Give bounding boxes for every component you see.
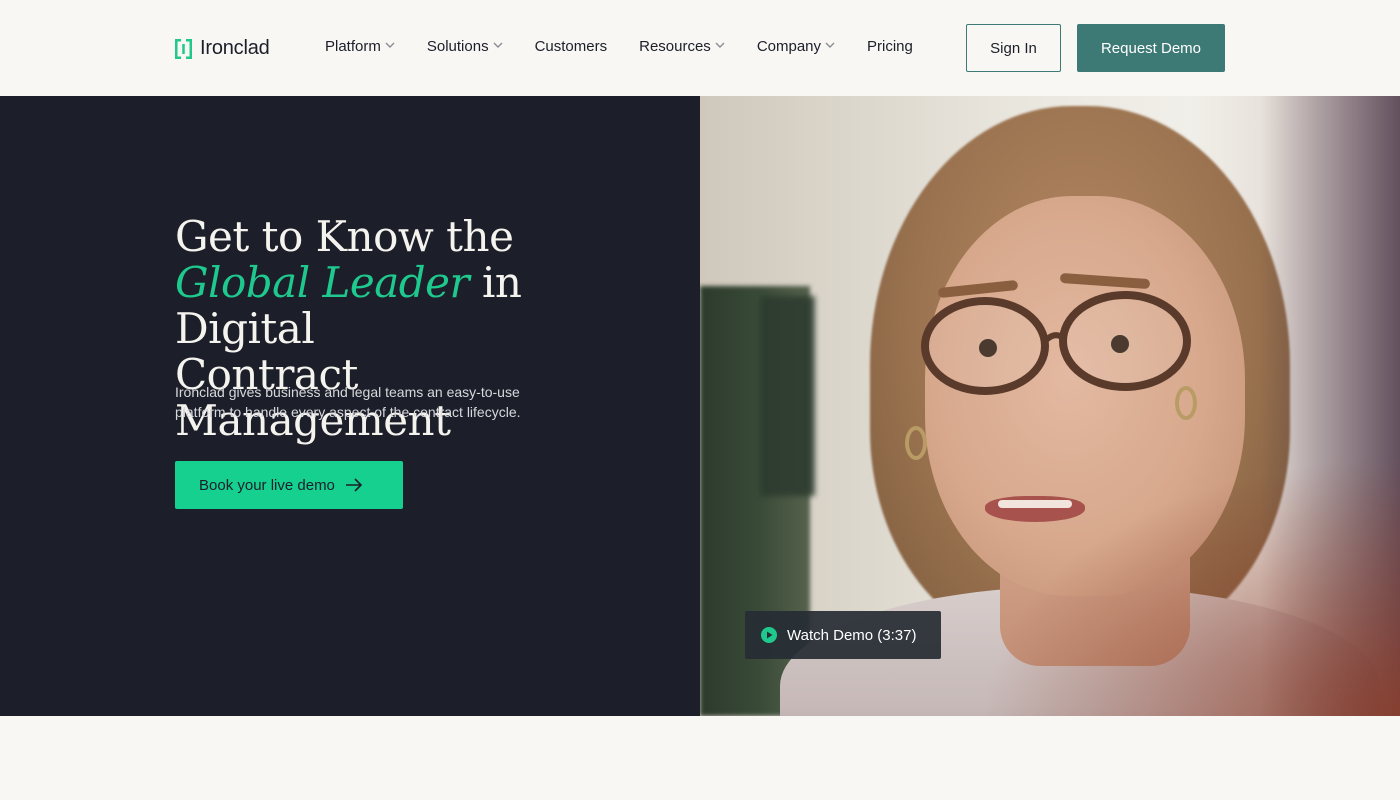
- book-live-demo-button[interactable]: Book your live demo: [175, 461, 403, 509]
- logo-wordmark: Ironclad: [200, 37, 270, 59]
- nav-item-label: Solutions: [426, 38, 489, 55]
- nav-item-platform[interactable]: Platform: [325, 38, 395, 55]
- nav-item-resources[interactable]: Resources: [639, 38, 725, 55]
- ironclad-logo[interactable]: Ironclad: [175, 37, 270, 60]
- site-header: Ironclad Platform Solutions Customers Re…: [0, 0, 1400, 96]
- chevron-down-icon: [825, 42, 835, 48]
- arrow-right-icon: [345, 478, 363, 492]
- photo-earring-right: [1175, 386, 1197, 420]
- ironclad-logo-icon: [175, 38, 192, 59]
- photo-earring-left: [905, 426, 927, 460]
- hero-title-line1: Get to Know the: [175, 212, 514, 261]
- lower-section: [0, 716, 1400, 800]
- hero-title-highlight: Global Leader: [175, 258, 470, 307]
- nav-item-label: Resources: [639, 38, 711, 55]
- sign-in-button[interactable]: Sign In: [966, 24, 1061, 72]
- nav-item-company[interactable]: Company: [757, 38, 835, 55]
- chevron-down-icon: [715, 42, 725, 48]
- watch-demo-label: Watch Demo (3:37): [787, 626, 917, 644]
- photo-shade-bottom: [980, 456, 1400, 716]
- hero-subtitle: Ironclad gives business and legal teams …: [175, 384, 521, 420]
- nav-item-label: Platform: [325, 38, 381, 55]
- chevron-down-icon: [493, 42, 503, 48]
- photo-glasses: [921, 291, 1191, 395]
- request-demo-button[interactable]: Request Demo: [1077, 24, 1225, 72]
- nav-item-label: Pricing: [867, 38, 913, 55]
- nav-item-label: Company: [756, 38, 822, 55]
- watch-demo-button[interactable]: Watch Demo (3:37): [745, 611, 941, 659]
- play-icon: [761, 627, 777, 643]
- nav-item-pricing[interactable]: Pricing: [867, 38, 913, 55]
- nav-item-label: Customers: [534, 38, 608, 55]
- main-nav: Platform Solutions Customers Resources C…: [325, 38, 945, 55]
- chevron-down-icon: [385, 42, 395, 48]
- photo-book: [760, 296, 815, 496]
- nav-item-solutions[interactable]: Solutions: [427, 38, 503, 55]
- nav-item-customers[interactable]: Customers: [535, 38, 608, 55]
- book-live-demo-label: Book your live demo: [199, 476, 335, 494]
- hero-text-panel: Get to Know the Global Leader in Digital…: [0, 96, 700, 716]
